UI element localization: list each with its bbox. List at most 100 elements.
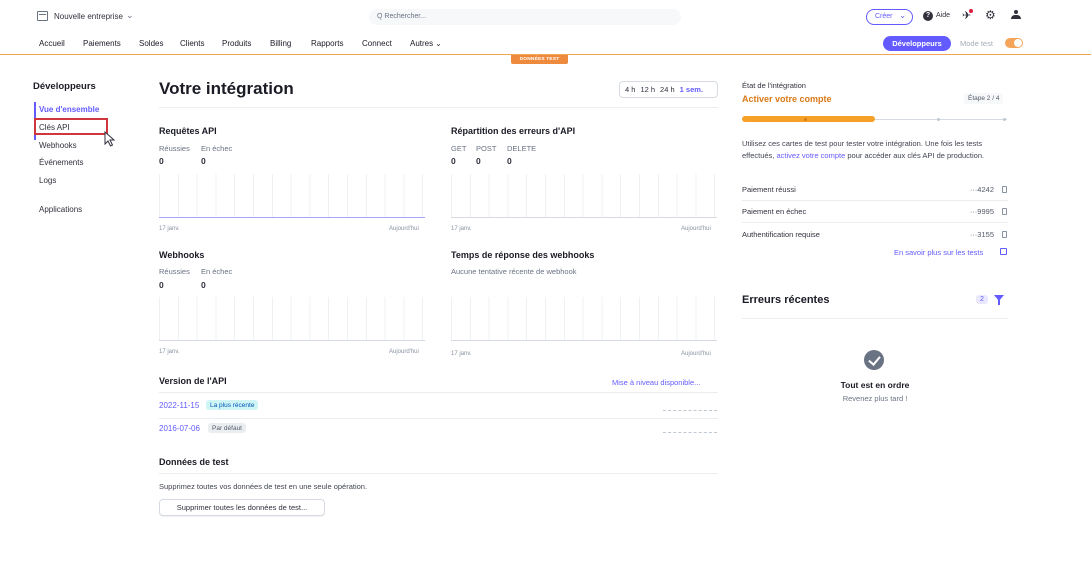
axis-end-label: Aujourd'hui	[389, 349, 419, 355]
user-icon[interactable]	[1011, 10, 1021, 20]
help-icon[interactable]: ?	[923, 11, 933, 21]
default-badge: Par défaut	[208, 423, 246, 433]
progress-dot	[937, 117, 940, 121]
webhook-time-subtitle: Aucune tentative récente de webhook	[451, 267, 577, 276]
chevron-down-icon: ⌄	[899, 11, 906, 20]
divider	[742, 200, 1008, 201]
filter-icon[interactable]	[994, 295, 1004, 305]
api-version-title: Version de l'API	[159, 376, 227, 386]
range-4h[interactable]: 4 h	[625, 85, 635, 94]
api-version-latest[interactable]: 2022-11-15	[159, 401, 199, 410]
divider	[159, 418, 718, 419]
error-value-post: 0	[476, 156, 481, 166]
latest-badge: La plus récente	[206, 400, 259, 410]
nav-item-connect[interactable]: Connect	[362, 39, 392, 48]
learn-more-testing-link[interactable]: En savoir plus sur les tests	[894, 248, 983, 257]
integration-description: Utilisez ces cartes de test pour tester …	[742, 138, 1010, 162]
webhooks-failed-label: En échec	[201, 267, 233, 276]
nav-item-accueil[interactable]: Accueil	[39, 39, 65, 48]
divider	[159, 107, 718, 108]
chevron-down-icon: ⌄	[435, 39, 442, 48]
test-card-row: Paiement réussi ···4242	[742, 185, 1008, 199]
developers-button[interactable]: Développeurs	[883, 36, 951, 51]
top-bar: Nouvelle entreprise ⌄ Q Rechercher... Cr…	[0, 0, 1091, 34]
test-card-number: ···9995	[969, 207, 994, 216]
copy-icon[interactable]	[1002, 186, 1007, 193]
sidebar-item-logs[interactable]: Logs	[39, 176, 56, 185]
create-button[interactable]: Créer ⌄	[866, 9, 913, 25]
sidebar-item-applications[interactable]: Applications	[39, 205, 82, 214]
create-label: Créer	[875, 13, 893, 20]
divider	[159, 392, 718, 393]
step-badge: Étape 2 / 4	[964, 93, 1004, 104]
help-label[interactable]: Aide	[936, 12, 950, 19]
axis-start-label: 17 janv.	[159, 226, 180, 232]
axis-end-label: Aujourd'hui	[681, 351, 711, 357]
search-input[interactable]: Q Rechercher...	[369, 9, 681, 25]
test-card-label: Authentification requise	[742, 230, 820, 239]
external-link-icon[interactable]	[1000, 248, 1007, 255]
test-card-row: Paiement en échec ···9995	[742, 207, 1008, 221]
progress-dot	[804, 117, 807, 121]
axis-end-label: Aujourd'hui	[389, 226, 419, 232]
store-icon[interactable]	[37, 11, 48, 21]
chevron-down-icon[interactable]: ⌄	[126, 10, 134, 21]
recent-errors-title: Erreurs récentes	[742, 294, 830, 306]
axis-start-label: 17 janv.	[451, 351, 472, 357]
test-mode-toggle[interactable]	[1005, 38, 1023, 48]
nav-item-rapports[interactable]: Rapports	[311, 39, 343, 48]
axis-start-label: 17 janv.	[159, 349, 180, 355]
activate-account-inline-link[interactable]: activez votre compte	[776, 151, 845, 160]
copy-icon[interactable]	[1002, 231, 1007, 238]
error-value-get: 0	[451, 156, 456, 166]
nav-item-autres[interactable]: Autres ⌄	[410, 39, 442, 48]
delete-test-data-button[interactable]: Supprimer toutes les données de test...	[159, 499, 325, 516]
webhooks-success-label: Réussies	[159, 267, 190, 276]
sidebar-item-events[interactable]: Événements	[39, 158, 83, 167]
api-errors-title: Répartition des erreurs d'API	[451, 126, 576, 136]
time-range-selector: 4 h 12 h 24 h 1 sem.	[619, 81, 718, 98]
range-24h[interactable]: 24 h	[660, 85, 675, 94]
sidebar-item-overview[interactable]: Vue d'ensemble	[39, 105, 99, 114]
test-card-label: Paiement réussi	[742, 185, 796, 194]
api-requests-success-value: 0	[159, 156, 164, 166]
error-label-get: GET	[451, 144, 467, 153]
nav-item-autres-label: Autres	[410, 39, 434, 48]
nav-item-billing[interactable]: Billing	[270, 39, 291, 48]
placeholder-dashes	[663, 432, 717, 433]
nav-item-soldes[interactable]: Soldes	[139, 39, 163, 48]
placeholder-dashes	[663, 410, 717, 411]
range-12h[interactable]: 12 h	[640, 85, 655, 94]
progress-dot	[1003, 117, 1006, 121]
business-name[interactable]: Nouvelle entreprise	[54, 12, 123, 21]
test-card-label: Paiement en échec	[742, 207, 807, 216]
sidebar-title: Développeurs	[33, 81, 96, 92]
divider	[742, 318, 1008, 319]
description-text-end: pour accéder aux clés API de production.	[847, 151, 985, 160]
highlight-box	[34, 118, 108, 135]
test-card-number: ···3155	[969, 230, 994, 239]
webhooks-failed-value: 0	[201, 280, 206, 290]
webhooks-title: Webhooks	[159, 250, 205, 260]
axis-start-label: 17 janv.	[451, 226, 472, 232]
api-requests-failed-value: 0	[201, 156, 206, 166]
api-errors-chart	[451, 174, 717, 218]
gear-icon[interactable]: ⚙	[985, 8, 996, 22]
nav-item-clients[interactable]: Clients	[180, 39, 204, 48]
upgrade-link[interactable]: Mise à niveau disponible...	[612, 378, 700, 387]
mouse-cursor-icon	[104, 131, 116, 147]
search-placeholder: Q Rechercher...	[377, 13, 427, 20]
notification-dot	[969, 9, 973, 13]
api-requests-failed-label: En échec	[201, 144, 233, 153]
nav-item-produits[interactable]: Produits	[222, 39, 251, 48]
range-1-week[interactable]: 1 sem.	[680, 85, 703, 94]
copy-icon[interactable]	[1002, 208, 1007, 215]
test-card-row: Authentification requise ···3155	[742, 230, 1008, 244]
api-requests-title: Requêtes API	[159, 126, 217, 136]
nav-item-paiements[interactable]: Paiements	[83, 39, 121, 48]
sidebar-item-webhooks[interactable]: Webhooks	[39, 141, 77, 150]
error-label-post: POST	[476, 144, 497, 153]
activate-account-link[interactable]: Activer votre compte	[742, 94, 832, 104]
integration-progress	[742, 116, 1007, 122]
api-version-default[interactable]: 2016-07-06	[159, 424, 200, 433]
